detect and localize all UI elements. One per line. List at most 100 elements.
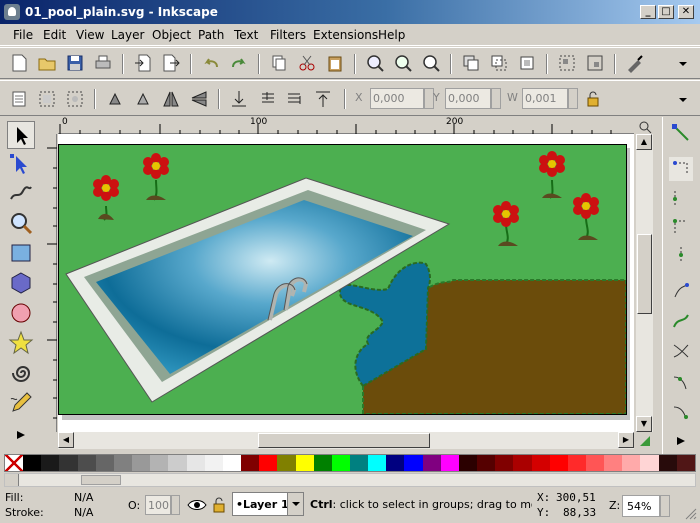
scroll-right-arrow[interactable]: ▶ [618,432,634,448]
color-swatch[interactable] [622,455,641,471]
minimize-button[interactable]: _ [640,5,656,19]
menu-file[interactable]: File [13,28,33,42]
open-file-icon[interactable] [36,52,58,74]
color-swatch[interactable] [150,455,169,471]
snap-bbox-edge-icon[interactable] [669,187,693,211]
vertical-scroll-thumb[interactable] [637,234,652,314]
color-swatch[interactable] [277,455,296,471]
scroll-left-arrow[interactable]: ◀ [58,432,74,448]
raise-to-top-icon[interactable] [312,88,334,110]
color-swatch[interactable] [349,455,369,471]
unlink-clone-icon[interactable] [516,52,538,74]
fill-stroke-icon[interactable] [624,52,646,74]
spiral-tool-icon[interactable] [7,359,35,387]
menu-help[interactable]: Help [378,28,405,42]
color-swatch[interactable] [567,455,586,471]
zoom-page-icon[interactable] [420,52,442,74]
snap-toolbar-overflow-icon[interactable] [669,429,693,447]
pencil-tool-icon[interactable] [7,389,35,417]
close-button[interactable]: ✕ [678,5,694,19]
snap-nodes-icon[interactable] [669,279,693,303]
snap-intersections-icon[interactable] [669,339,693,363]
color-swatch[interactable] [586,455,605,471]
color-swatch[interactable] [331,455,350,471]
color-swatch[interactable] [531,455,550,471]
zoom-input[interactable]: 54% [622,495,660,517]
select-all-layers-icon[interactable] [36,88,58,110]
color-swatch[interactable] [168,455,187,471]
ungroup-icon[interactable] [584,52,606,74]
palette-scroll-left[interactable] [5,474,19,486]
fill-value[interactable]: N/A [74,491,93,504]
color-swatch[interactable] [204,455,223,471]
horizontal-scrollbar[interactable]: ◀ ▶ [58,432,634,449]
color-swatch[interactable] [422,455,441,471]
width-spin-arrows[interactable] [568,88,578,109]
layer-dropdown-arrow-icon[interactable] [287,493,303,515]
vertical-scrollbar[interactable]: ▲ ▼ [636,134,653,432]
copy-icon[interactable] [268,52,290,74]
snap-enable-icon[interactable] [669,121,693,145]
no-paint-swatch[interactable] [5,455,24,471]
deselect-icon[interactable] [64,88,86,110]
menu-view[interactable]: View [76,28,104,42]
color-swatch[interactable] [458,455,478,471]
color-swatch[interactable] [95,455,114,471]
undo-icon[interactable] [200,52,222,74]
node-tool-icon[interactable] [7,151,35,179]
menu-extensions[interactable]: Extensions [313,28,378,42]
menu-edit[interactable]: Edit [43,28,66,42]
export-icon[interactable] [160,52,182,74]
color-swatch[interactable] [77,455,96,471]
redo-icon[interactable] [228,52,250,74]
rectangle-tool-icon[interactable] [7,239,35,267]
color-swatch[interactable] [549,455,568,471]
zoom-tool-icon[interactable] [7,209,35,237]
stroke-value[interactable]: N/A [74,506,93,519]
color-swatch[interactable] [241,455,260,471]
color-swatch[interactable] [386,455,405,471]
tweak-tool-icon[interactable] [7,179,35,207]
toolbar-overflow-icon[interactable] [672,88,688,110]
lock-icon[interactable] [582,88,604,110]
ellipse-tool-icon[interactable] [7,299,35,327]
raise-icon[interactable] [284,88,306,110]
palette-scroll-thumb[interactable] [81,475,121,485]
color-manage-toggle-icon[interactable] [638,434,652,448]
maximize-button[interactable]: □ [658,5,674,19]
color-swatch[interactable] [676,455,695,471]
color-swatch[interactable] [604,455,623,471]
menu-layer[interactable]: Layer [111,28,144,42]
scroll-up-arrow[interactable]: ▲ [636,134,652,150]
select-all-icon[interactable] [8,88,30,110]
zoom-selection-icon[interactable] [364,52,386,74]
color-swatch[interactable] [186,455,205,471]
width-input[interactable]: 0,001 [522,88,568,109]
scroll-down-arrow[interactable]: ▼ [636,416,652,432]
print-icon[interactable] [92,52,114,74]
selector-tool-icon[interactable] [7,121,35,149]
toolbox-overflow-icon[interactable] [7,421,35,441]
vertical-ruler[interactable] [40,134,57,432]
clone-icon[interactable] [488,52,510,74]
toggle-layer-lock-icon[interactable] [209,495,229,515]
color-swatch[interactable] [440,455,459,471]
snap-paths-icon[interactable] [669,309,693,333]
color-swatch[interactable] [132,455,151,471]
color-swatch[interactable] [477,455,496,471]
duplicate-icon[interactable] [460,52,482,74]
group-icon[interactable] [556,52,578,74]
flip-horizontal-icon[interactable] [160,88,182,110]
y-spin-arrows[interactable] [491,88,501,109]
menu-filters[interactable]: Filters [270,28,306,42]
color-swatch[interactable] [23,455,42,471]
lower-icon[interactable] [256,88,278,110]
opacity-spin-arrows[interactable] [171,495,180,515]
rotate-ccw-icon[interactable] [104,88,126,110]
color-swatch[interactable] [368,455,387,471]
snap-center-icon[interactable] [669,399,693,423]
color-swatch[interactable] [313,455,332,471]
horizontal-ruler[interactable]: 0 100 200 300 [58,117,634,134]
color-swatch[interactable] [113,455,133,471]
palette-scrollbar[interactable] [4,473,696,487]
